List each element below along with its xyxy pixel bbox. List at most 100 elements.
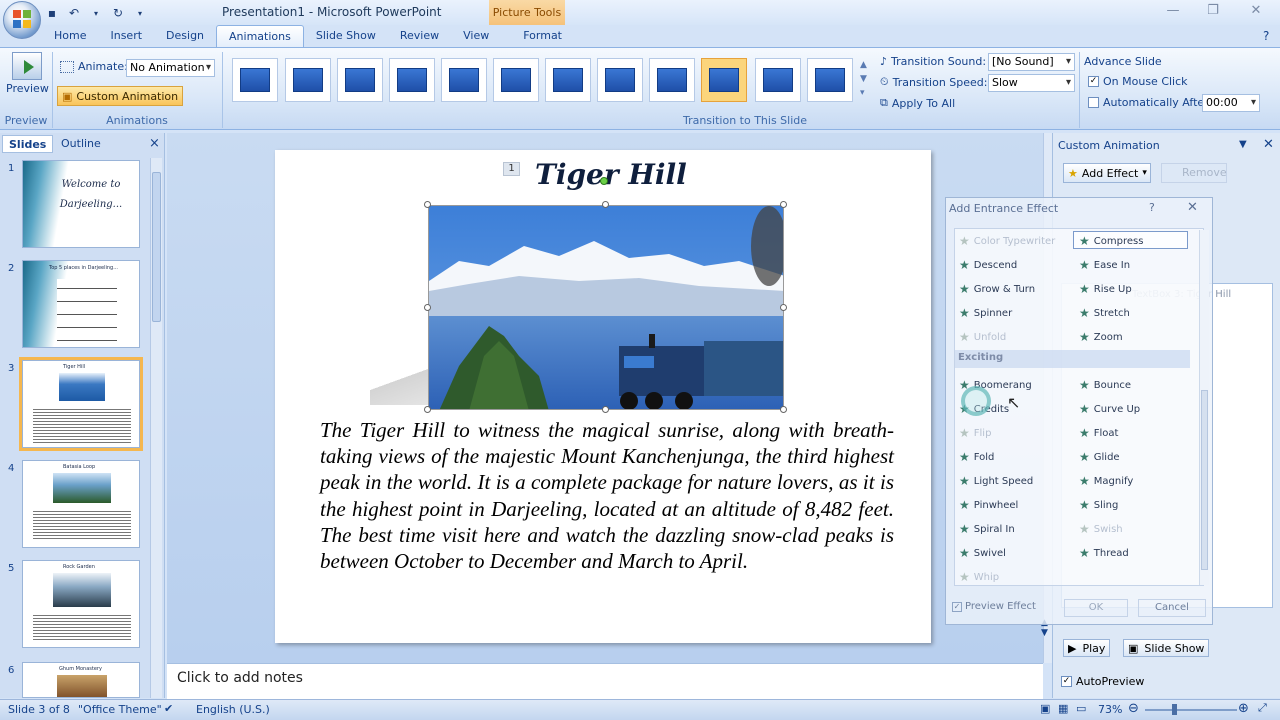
resize-handle-tr[interactable] (780, 201, 787, 208)
remove-button[interactable]: Remove (1161, 163, 1227, 183)
play-button[interactable]: ▶ Play (1063, 639, 1111, 657)
tab-insert[interactable]: Insert (98, 25, 154, 47)
office-button[interactable] (3, 1, 41, 39)
effect-rise-up[interactable]: ★ Rise Up (1079, 282, 1132, 296)
slide-show-button[interactable]: ▣ Slide Show (1123, 639, 1210, 657)
undo-icon[interactable]: ↶ (66, 5, 82, 21)
transition-thumb-7[interactable] (545, 58, 591, 102)
transition-thumb-3[interactable] (337, 58, 383, 102)
transition-thumb-12[interactable] (807, 58, 853, 102)
effect-curve-up[interactable]: ★ Curve Up (1079, 402, 1140, 416)
slide-thumbnail-3[interactable]: Tiger Hill (19, 357, 143, 451)
on-mouse-click-option[interactable]: ✓ On Mouse Click (1088, 75, 1188, 88)
resize-handle-bl[interactable] (424, 406, 431, 413)
effect-spinner[interactable]: ★ Spinner (959, 306, 1012, 320)
transition-thumb-5[interactable] (441, 58, 487, 102)
auto-after-checkbox[interactable] (1088, 97, 1099, 108)
autopreview-option[interactable]: ✓ AutoPreview (1061, 675, 1144, 688)
zoom-in-icon[interactable]: ⊕ (1238, 701, 1249, 716)
customize-qat-icon[interactable]: ▾ (132, 5, 148, 21)
automatically-after-option[interactable]: Automatically After: (1088, 96, 1212, 109)
close-window-button[interactable]: ✕ (1243, 3, 1269, 21)
minimize-button[interactable]: — (1160, 3, 1186, 21)
effect-pinwheel[interactable]: ★ Pinwheel (959, 498, 1018, 512)
transition-thumb-10[interactable] (701, 58, 747, 102)
fit-to-window-icon[interactable]: ⤢ (1258, 701, 1267, 715)
effect-zoom[interactable]: ★ Zoom (1079, 330, 1123, 344)
task-pane-menu-icon[interactable]: ▼ (1239, 139, 1247, 150)
help-icon[interactable]: ? (1263, 29, 1269, 43)
effect-sling[interactable]: ★ Sling (1079, 498, 1118, 512)
tab-review[interactable]: Review (388, 25, 451, 47)
slide-thumbnail-6[interactable]: Ghum Monastery (22, 662, 140, 698)
resize-handle-tl[interactable] (424, 201, 431, 208)
panel-scroll-thumb[interactable] (152, 172, 161, 322)
tab-view[interactable]: View (451, 25, 501, 47)
slide-sorter-icon[interactable]: ▦ (1058, 702, 1068, 715)
resize-handle-l[interactable] (424, 304, 431, 311)
effect-flip[interactable]: ★ Flip (959, 426, 991, 440)
effect-stretch[interactable]: ★ Stretch (1079, 306, 1130, 320)
animate-dropdown[interactable]: No Animation (126, 59, 215, 77)
effect-unfold[interactable]: ★ Unfold (959, 330, 1006, 344)
notes-pane[interactable]: Click to add notes (167, 663, 1043, 699)
dialog-help-icon[interactable]: ? (1149, 201, 1155, 214)
effect-whip[interactable]: ★ Whip (959, 570, 999, 584)
effects-scrollbar[interactable] (1199, 230, 1209, 585)
effect-spiral-in[interactable]: ★ Spiral In (959, 522, 1015, 536)
autopreview-checkbox[interactable]: ✓ (1061, 676, 1072, 687)
panel-scrollbar[interactable] (150, 158, 162, 698)
preview-button[interactable]: Preview (6, 52, 49, 95)
effect-swish[interactable]: ★ Swish (1079, 522, 1123, 536)
animation-order-tag[interactable]: 1 (503, 162, 520, 176)
slide-body-text[interactable]: The Tiger Hill to witness the magical su… (320, 417, 894, 574)
zoom-level[interactable]: 73% (1098, 703, 1122, 716)
transition-thumb-11[interactable] (755, 58, 801, 102)
panel-close-icon[interactable]: × (143, 135, 166, 153)
effect-float[interactable]: ★ Float (1079, 426, 1118, 440)
preview-effect-option[interactable]: ✓ Preview Effect (952, 601, 1036, 612)
on-mouse-click-checkbox[interactable]: ✓ (1088, 76, 1099, 87)
gallery-scroll-icon[interactable]: ▲ ▼ ▾ (860, 58, 867, 100)
ok-button[interactable]: OK (1064, 599, 1128, 617)
zoom-out-icon[interactable]: ⊖ (1128, 701, 1139, 716)
slide-thumbnail-2[interactable]: Top 5 places in Darjeeling... (22, 260, 140, 348)
transition-sound-dropdown[interactable]: [No Sound] (988, 53, 1075, 71)
resize-handle-b[interactable] (602, 406, 609, 413)
effect-glide[interactable]: ★ Glide (1079, 450, 1120, 464)
transition-speed-dropdown[interactable]: Slow (988, 74, 1075, 92)
transition-thumb-8[interactable] (597, 58, 643, 102)
apply-to-all-button[interactable]: ⧉ Apply To All (880, 96, 955, 110)
transition-thumb-9[interactable] (649, 58, 695, 102)
slide-title[interactable]: Tiger Hill (535, 158, 687, 191)
effect-color-typewriter[interactable]: ★ Color Typewriter (959, 234, 1055, 248)
tab-outline[interactable]: Outline (55, 135, 107, 153)
slide-thumbnail-5[interactable]: Rock Garden (22, 560, 140, 648)
effect-descend[interactable]: ★ Descend (959, 258, 1017, 272)
task-pane-close-icon[interactable]: ✕ (1263, 137, 1274, 152)
auto-after-spinner[interactable]: 00:00 (1202, 94, 1260, 112)
slide-thumbnail-1[interactable]: Welcome to Darjeeling... (22, 160, 140, 248)
transition-thumb-6[interactable] (493, 58, 539, 102)
restore-button[interactable]: ❐ (1200, 3, 1226, 21)
tab-format[interactable]: Format (511, 25, 574, 47)
zoom-slider[interactable] (1145, 709, 1237, 711)
resize-handle-r[interactable] (780, 304, 787, 311)
tab-slides[interactable]: Slides (2, 135, 54, 153)
slide-thumbnail-4[interactable]: Batasia Loop (22, 460, 140, 548)
effects-scroll-thumb[interactable] (1201, 390, 1208, 570)
effect-thread[interactable]: ★ Thread (1079, 546, 1129, 560)
effect-fold[interactable]: ★ Fold (959, 450, 994, 464)
effect-bounce[interactable]: ★ Bounce (1079, 378, 1131, 392)
normal-view-icon[interactable]: ▣ (1040, 702, 1050, 715)
effect-light-speed[interactable]: ★ Light Speed (959, 474, 1033, 488)
redo-icon[interactable]: ↻ (110, 5, 126, 21)
cancel-button[interactable]: Cancel (1138, 599, 1206, 617)
resize-handle-t[interactable] (602, 201, 609, 208)
spell-check-icon[interactable]: ✔ (164, 702, 173, 715)
effect-compress[interactable]: ★ Compress (1079, 234, 1143, 248)
transition-thumb-4[interactable] (389, 58, 435, 102)
rotate-handle[interactable] (600, 177, 608, 185)
add-effect-button[interactable]: ★ Add Effect ▾ (1063, 163, 1151, 183)
effect-ease-in[interactable]: ★ Ease In (1079, 258, 1130, 272)
